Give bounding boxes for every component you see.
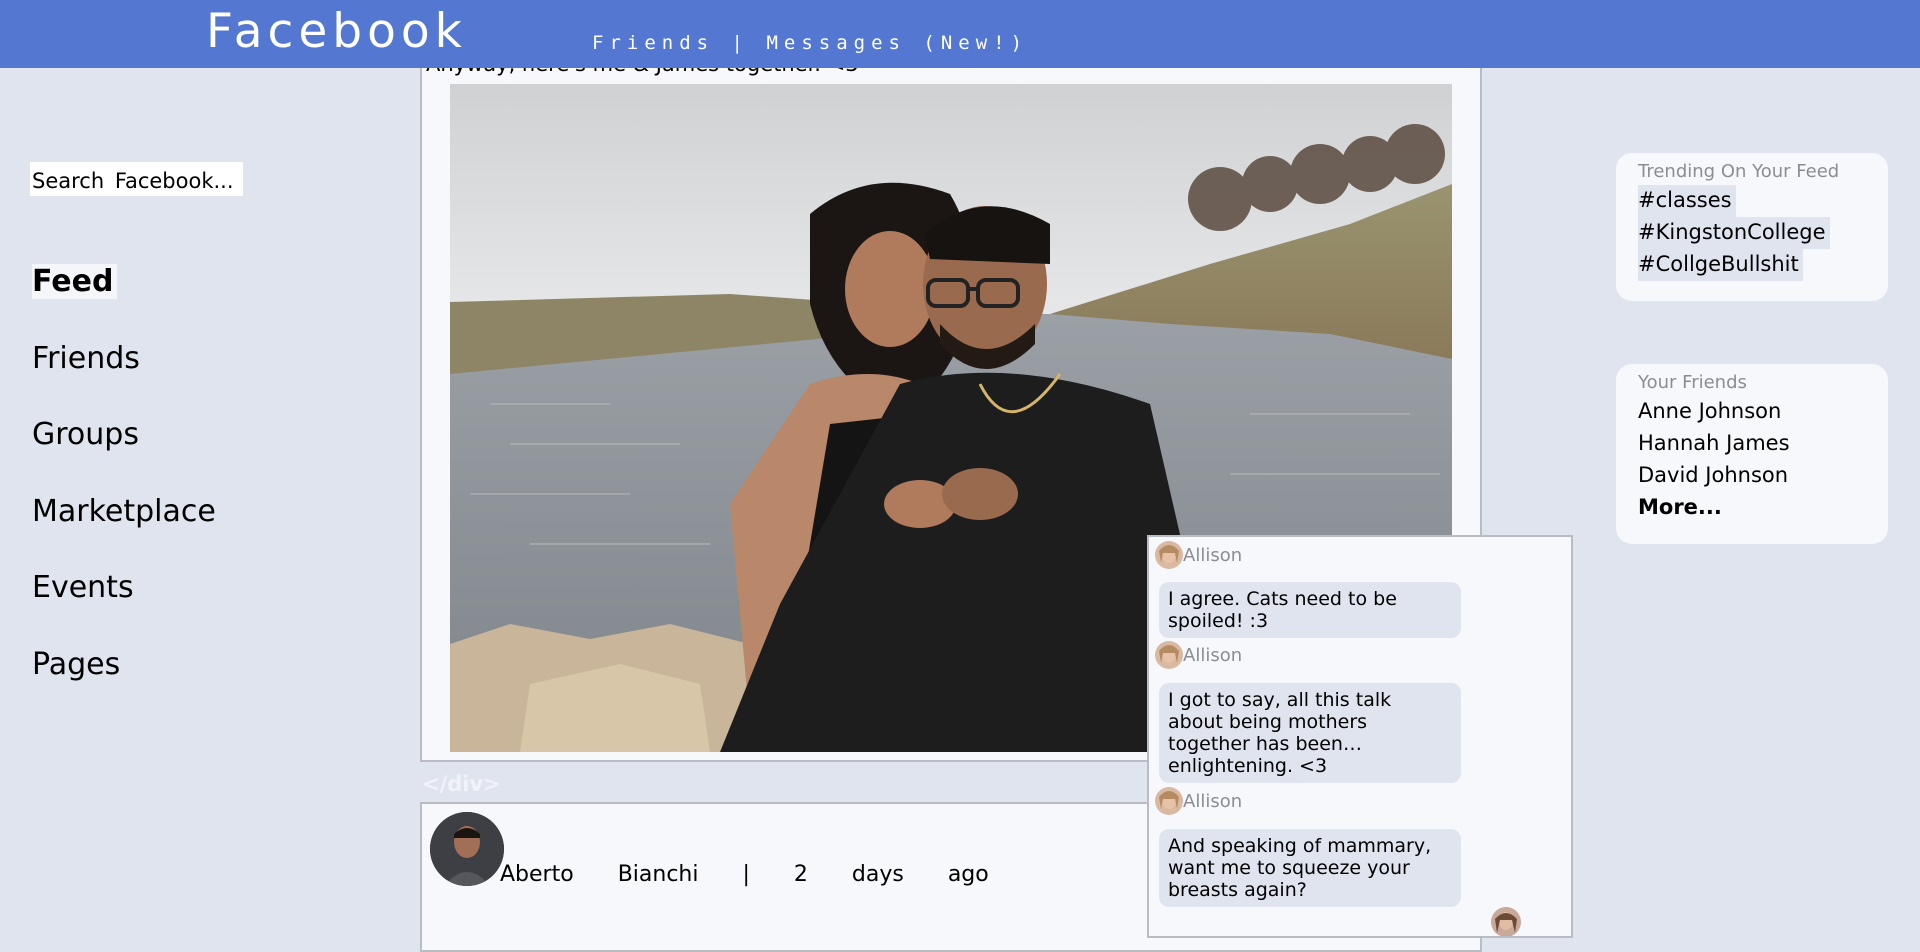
trending-panel: Trending On Your Feed #classes #Kingston…	[1616, 153, 1888, 301]
sender-avatar	[1155, 541, 1183, 569]
sender-avatar	[1155, 641, 1183, 669]
avatar-image	[1155, 641, 1183, 669]
author-first-name[interactable]: Aberto	[500, 862, 574, 887]
sidebar-item-label: Feed	[32, 264, 118, 299]
more-friends-link[interactable]: More...	[1638, 492, 1888, 524]
chat-sender: Allison	[1155, 540, 1242, 570]
chat-sender: Allison	[1155, 640, 1242, 670]
own-avatar	[1491, 907, 1521, 936]
message-line: want me to squeeze your	[1168, 857, 1410, 879]
message-line: breasts again?	[1168, 879, 1307, 901]
nav-messages-link[interactable]: Messages (New!)	[766, 32, 1028, 54]
message-line: I agree. Cats need to be	[1168, 588, 1397, 610]
brand-logo[interactable]: Facebook	[206, 4, 467, 59]
nav-separator: |	[731, 32, 749, 54]
message-line: about being mothers	[1168, 711, 1368, 733]
message-line: together has been…	[1168, 733, 1362, 755]
friends-panel-title: Your Friends	[1638, 372, 1747, 393]
post-time-suffix: ago	[947, 862, 989, 887]
trend-tag[interactable]: #CollgeBullshit	[1638, 249, 1803, 281]
message-line: spoiled! :3	[1168, 610, 1269, 632]
chat-sender: Allison	[1155, 786, 1242, 816]
meta-separator: |	[742, 862, 750, 887]
sidebar-item-groups[interactable]: Groups	[32, 411, 216, 488]
trend-tag[interactable]: #classes	[1638, 185, 1736, 217]
chat-sender-name: Allison	[1183, 644, 1243, 666]
friend-link[interactable]: Anne Johnson	[1638, 396, 1888, 428]
sidebar-item-label: Friends	[32, 340, 140, 376]
chat-sender-name: Allison	[1183, 544, 1243, 566]
top-nav: Friends | Messages (New!)	[592, 32, 1028, 54]
post-author-line: Aberto Bianchi | 2 days ago	[500, 862, 1033, 887]
friend-link[interactable]: David Johnson	[1638, 460, 1888, 492]
chat-message-bubble: I agree. Cats need to be spoiled! :3	[1159, 582, 1461, 638]
post-time-amount: 2	[793, 862, 808, 887]
message-line: And speaking of mammary,	[1168, 835, 1432, 857]
sidebar-item-friends[interactable]: Friends	[32, 335, 216, 412]
trend-tag[interactable]: #KingstonCollege	[1638, 217, 1830, 249]
author-last-name[interactable]: Bianchi	[618, 862, 699, 887]
sidebar-item-events[interactable]: Events	[32, 564, 216, 641]
sidebar-item-feed[interactable]: Feed	[32, 258, 216, 335]
avatar-image	[430, 812, 504, 886]
chat-message-bubble: I got to say, all this talk about being …	[1159, 683, 1461, 783]
post-caption: Anyway, here's me & James together. <3	[426, 68, 859, 76]
friends-panel: Your Friends Anne Johnson Hannah James D…	[1616, 364, 1888, 544]
sidebar-nav: Feed Friends Groups Marketplace Events P…	[32, 258, 216, 717]
author-avatar[interactable]	[430, 812, 504, 886]
search-input[interactable]	[30, 162, 243, 196]
divider-code-text: </div>	[422, 772, 501, 796]
sidebar-item-label: Groups	[32, 417, 139, 452]
trending-title: Trending On Your Feed	[1638, 161, 1840, 182]
chat-message-bubble: And speaking of mammary, want me to sque…	[1159, 829, 1461, 907]
chat-sender-name: Allison	[1183, 790, 1243, 812]
avatar-image	[1491, 907, 1521, 936]
message-line: enlightening. <3	[1168, 755, 1328, 777]
sidebar-item-marketplace[interactable]: Marketplace	[32, 488, 216, 565]
nav-friends-link[interactable]: Friends	[592, 32, 714, 54]
avatar-image	[1155, 541, 1183, 569]
sidebar-item-label: Marketplace	[32, 493, 216, 529]
avatar-image	[1155, 787, 1183, 815]
post-time-unit: days	[851, 862, 904, 887]
friend-link[interactable]: Hannah James	[1638, 428, 1888, 460]
chat-window[interactable]: Allison I agree. Cats need to be spoiled…	[1147, 535, 1573, 938]
sidebar-item-label: Events	[32, 570, 134, 605]
sidebar-item-pages[interactable]: Pages	[32, 641, 216, 718]
sidebar-item-label: Pages	[32, 646, 121, 682]
sender-avatar	[1155, 787, 1183, 815]
message-line: I got to say, all this talk	[1168, 689, 1392, 711]
top-bar: Facebook Friends | Messages (New!)	[0, 0, 1920, 68]
